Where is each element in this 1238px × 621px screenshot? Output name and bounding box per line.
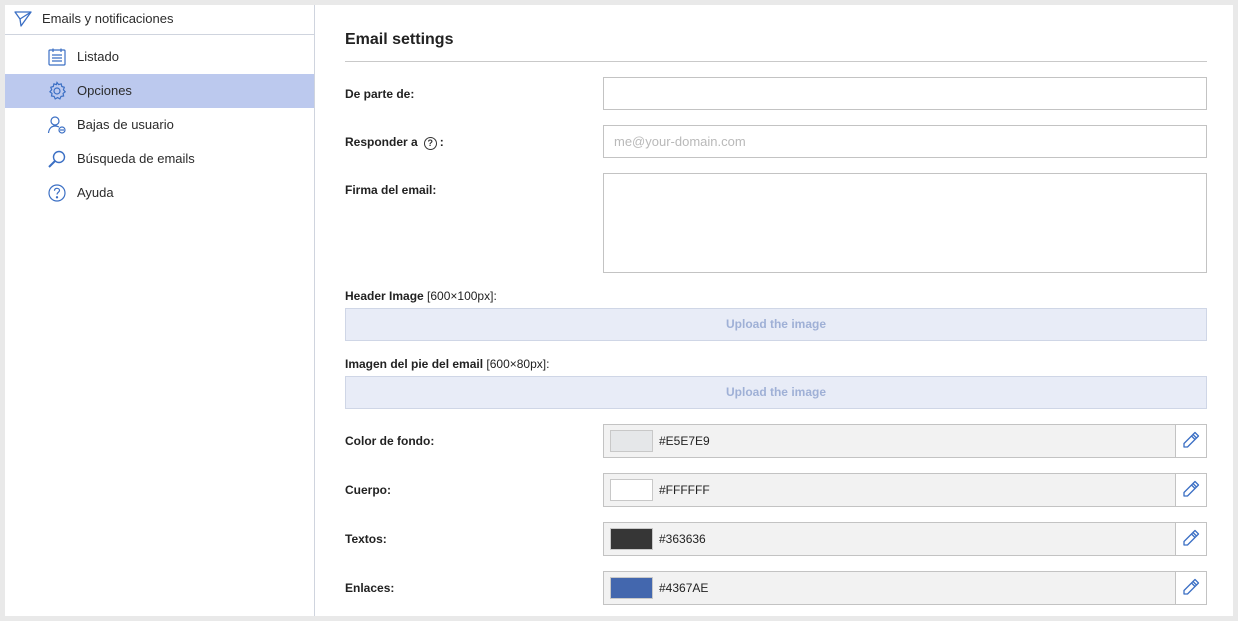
color-hex-value: #E5E7E9 [659, 434, 710, 448]
color-hex-value: #FFFFFF [659, 483, 710, 497]
text-color-field[interactable]: #363636 [603, 522, 1207, 556]
header-image-label: Header Image [345, 289, 424, 303]
footer-image-label: Imagen del pie del email [345, 357, 484, 371]
send-icon [13, 9, 33, 29]
link-color-field[interactable]: #4367AE [603, 571, 1207, 605]
from-input[interactable] [603, 77, 1207, 110]
help-icon [47, 183, 67, 203]
body-color-label: Cuerpo: [345, 483, 391, 497]
header-upload-button[interactable]: Upload the image [345, 308, 1207, 341]
color-hex-value: #4367AE [659, 581, 709, 595]
sidebar-item-label: Ayuda [77, 185, 114, 200]
color-swatch[interactable] [610, 430, 653, 452]
footer-image-label-group: Imagen del pie del email [600×80px]: [345, 357, 549, 371]
signature-textarea[interactable] [603, 173, 1207, 273]
eyedropper-icon[interactable] [1175, 572, 1206, 604]
sidebar-item-label: Listado [77, 49, 119, 64]
header-image-size: [600×100px]: [427, 289, 497, 303]
help-icon[interactable]: ? [423, 137, 437, 150]
sidebar-section-header[interactable]: Emails y notificaciones [5, 5, 314, 35]
search-icon [47, 149, 67, 169]
app-frame: Emails y notificaciones Listado Opciones [5, 5, 1233, 616]
sidebar-item-label: Opciones [77, 83, 132, 98]
user-remove-icon [47, 115, 67, 135]
list-calendar-icon [47, 47, 67, 67]
sidebar-section-title: Emails y notificaciones [42, 11, 174, 26]
sidebar-item-bajas[interactable]: Bajas de usuario [5, 108, 314, 142]
body-color-field[interactable]: #FFFFFF [603, 473, 1207, 507]
background-color-field[interactable]: #E5E7E9 [603, 424, 1207, 458]
color-swatch[interactable] [610, 528, 653, 550]
title-divider [345, 61, 1207, 62]
header-image-label-group: Header Image [600×100px]: [345, 289, 497, 303]
sidebar-item-opciones[interactable]: Opciones [5, 74, 314, 108]
link-color-label: Enlaces: [345, 581, 395, 595]
from-label: De parte de: [345, 87, 415, 101]
reply-to-colon: : [439, 135, 444, 149]
page-title: Email settings [345, 31, 454, 48]
eyedropper-icon[interactable] [1175, 425, 1206, 457]
reply-to-input[interactable] [603, 125, 1207, 158]
color-swatch[interactable] [610, 479, 653, 501]
footer-upload-button[interactable]: Upload the image [345, 376, 1207, 409]
sidebar-item-busqueda[interactable]: Búsqueda de emails [5, 142, 314, 176]
color-hex-value: #363636 [659, 532, 706, 546]
sidebar-item-label: Búsqueda de emails [77, 151, 195, 166]
footer-image-size: [600×80px]: [486, 357, 550, 371]
sidebar-item-label: Bajas de usuario [77, 117, 174, 132]
background-color-label: Color de fondo: [345, 434, 435, 448]
text-color-label: Textos: [345, 532, 387, 546]
reply-to-label-group: Responder a?: [345, 135, 444, 150]
sidebar: Emails y notificaciones Listado Opciones [5, 5, 315, 616]
eyedropper-icon[interactable] [1175, 523, 1206, 555]
gear-icon [47, 81, 67, 101]
color-swatch[interactable] [610, 577, 653, 599]
reply-to-label: Responder a [345, 135, 418, 149]
email-settings-panel: Email settings De parte de: Responder a?… [315, 5, 1233, 616]
eyedropper-icon[interactable] [1175, 474, 1206, 506]
signature-label: Firma del email: [345, 183, 437, 197]
sidebar-item-listado[interactable]: Listado [5, 40, 314, 74]
sidebar-item-ayuda[interactable]: Ayuda [5, 176, 314, 210]
